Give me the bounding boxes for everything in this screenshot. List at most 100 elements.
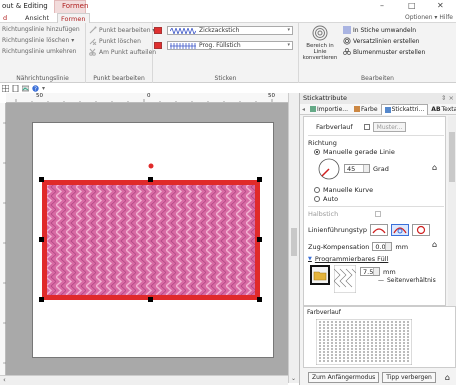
house-icon[interactable]: ⌂ — [432, 240, 437, 249]
house-icon[interactable]: ⌂ — [445, 373, 450, 382]
direction-title: Richtung — [308, 139, 337, 147]
group-label-naehrichtung: Nährichtungslinie — [16, 75, 69, 82]
ratio-row: — Seitenverhältnis — [378, 277, 436, 284]
gradient-checkbox[interactable] — [363, 124, 370, 130]
ruler-label-left: 50 — [36, 93, 43, 99]
offset-lines-icon — [343, 37, 351, 45]
fill-stitch-dropdown[interactable]: Prog. Füllstich ▾ — [167, 41, 293, 50]
auto-option[interactable]: Auto — [314, 195, 338, 203]
route-type-option-3[interactable] — [411, 224, 430, 236]
create-flower-pattern-button[interactable]: Blumenmuster erstellen — [343, 48, 425, 56]
line-color-swatch[interactable] — [154, 27, 162, 34]
ruler-label-zero: 0 — [147, 93, 151, 99]
panel-pin-close[interactable]: ⇕ × — [441, 93, 454, 104]
prog-fill-header[interactable]: ▼ Programmierbares Füll — [308, 255, 388, 263]
vertical-scroll-thumb[interactable] — [291, 228, 297, 256]
image-icon[interactable] — [22, 85, 29, 92]
scroll-left-icon[interactable]: ‹ — [3, 376, 6, 384]
panel-scroll-thumb[interactable] — [449, 132, 455, 182]
chevron-down-icon: ▾ — [287, 42, 290, 48]
group-label-punkt: Punkt bearbeiten — [93, 75, 145, 82]
close-button[interactable]: ✕ — [437, 1, 444, 10]
route-type-option-1[interactable] — [369, 224, 388, 236]
panel-title: Stickattribute — [303, 94, 348, 102]
tab-stitch-attributes[interactable]: Stickattri... — [380, 103, 429, 115]
panel-title-bar: Stickattribute ⇕ × — [300, 93, 456, 104]
manual-straight-radio[interactable] — [314, 149, 320, 155]
grid-icon[interactable] — [2, 84, 9, 92]
tab-ansicht[interactable]: Ansicht — [22, 13, 52, 23]
options-help-links[interactable]: Optionen ▾ Hilfe — [405, 14, 453, 21]
tab-text-attributes[interactable]: ABTextattri... — [428, 104, 456, 115]
horizontal-ruler: 50 0 50 — [6, 93, 288, 103]
group-sticken: Zickzackstich ▾ Prog. Füllstich ▾ Sticke… — [153, 23, 299, 83]
route-loop-icon — [393, 227, 407, 234]
angle-dial[interactable] — [318, 158, 340, 180]
ratio-line-icon: — — [378, 277, 384, 284]
compensation-input[interactable]: 0.0 — [372, 242, 393, 251]
fill-color-swatch[interactable] — [154, 42, 162, 49]
canvas-horizontal-scrollbar[interactable]: ‹ — [0, 375, 288, 385]
convert-to-stitches-button[interactable]: In Stiche umwandeln — [343, 26, 416, 34]
split-at-point-button[interactable]: Am Punkt aufteilen — [89, 48, 156, 56]
scroll-down-icon[interactable]: ⌄ — [291, 375, 296, 382]
compensation-unit: mm — [395, 242, 409, 251]
fill-pattern-button[interactable] — [310, 265, 330, 285]
tab-color[interactable]: Farbe — [351, 104, 381, 115]
angle-row: 45 Grad — [344, 164, 389, 173]
gradient-label: Farbverlauf — [316, 123, 353, 131]
tab-formen[interactable]: Formen — [57, 13, 90, 23]
muster-button[interactable]: Muster... — [372, 122, 407, 132]
panel-footer: Zum Anfängermodus Tipp verbergen ⌂ — [300, 369, 456, 385]
help-icon[interactable]: ? — [32, 84, 39, 92]
qat-dropdown-icon[interactable]: ▾ — [42, 85, 45, 92]
selected-shape[interactable] — [36, 160, 266, 310]
hide-tip-button[interactable]: Tipp verbergen — [382, 371, 436, 383]
route-ring-icon — [416, 225, 426, 235]
delete-point-button[interactable]: Punkt löschen — [89, 37, 141, 45]
panel-scrollbar[interactable] — [448, 116, 456, 306]
canvas-vertical-scrollbar[interactable]: ⌄ — [288, 93, 299, 383]
size-unit: mm — [383, 267, 396, 276]
scissors-icon — [89, 48, 96, 56]
tab-import[interactable]: Importie... — [307, 104, 351, 115]
maximize-button[interactable]: □ — [408, 1, 416, 10]
ruler-label-right: 50 — [268, 93, 275, 99]
house-icon[interactable]: ⌂ — [432, 163, 437, 172]
delete-direction-line-button[interactable]: Richtungslinie löschen ▾ — [2, 37, 74, 44]
size-row: 7.5 mm — [360, 267, 396, 276]
import-icon — [310, 106, 317, 112]
manual-curve-option[interactable]: Manuelle Kurve — [314, 186, 373, 194]
line-stitch-label: Zickzackstich — [199, 27, 240, 34]
group-punkt: Punkt bearbeiten ▾ Punkt löschen Am Punk… — [86, 23, 156, 83]
manual-straight-option[interactable]: Manuelle gerade Linie — [314, 148, 395, 156]
size-input[interactable]: 7.5 — [360, 267, 380, 276]
fill-pattern-preview — [334, 265, 356, 293]
route-type-label: Linienführungstyp — [308, 226, 367, 234]
add-direction-line-button[interactable]: Richtungslinie hinzufügen — [2, 26, 80, 33]
reverse-direction-line-button[interactable]: Richtungslinie umkehren — [2, 48, 76, 55]
create-offset-lines-button[interactable]: Versatzlinien erstellen — [343, 37, 419, 45]
line-stitch-dropdown[interactable]: Zickzackstich ▾ — [167, 26, 293, 35]
svg-text:?: ? — [34, 86, 37, 92]
compensation-row: Zug-Kompensation 0.0 mm — [308, 242, 408, 251]
route-type-option-2[interactable] — [390, 224, 409, 236]
quick-access-toolbar: ? ▾ — [0, 83, 456, 93]
angle-input[interactable]: 45 — [344, 164, 370, 173]
manual-curve-radio[interactable] — [314, 187, 320, 193]
group-bearbeiten: Bereich in Linie konvertieren In Stiche … — [299, 23, 456, 83]
halbstich-checkbox[interactable] — [375, 211, 382, 217]
color-icon — [354, 106, 361, 112]
page-icon[interactable] — [12, 84, 19, 92]
ribbon: Richtungslinie hinzufügen Richtungslinie… — [0, 23, 456, 83]
edit-point-button[interactable]: Punkt bearbeiten ▾ — [89, 26, 155, 34]
window-title: out & Editing — [2, 2, 48, 10]
tabs-scroll-icon[interactable]: ◂ — [300, 106, 307, 113]
beginner-mode-button[interactable]: Zum Anfängermodus — [308, 371, 380, 383]
tab-partial[interactable]: d — [0, 13, 10, 23]
auto-radio[interactable] — [314, 196, 320, 202]
minimize-button[interactable]: – — [380, 1, 384, 10]
convert-region-to-line-button[interactable]: Bereich in Linie konvertieren — [300, 25, 340, 61]
flower-icon — [343, 48, 351, 55]
route-curve-icon — [372, 228, 386, 234]
